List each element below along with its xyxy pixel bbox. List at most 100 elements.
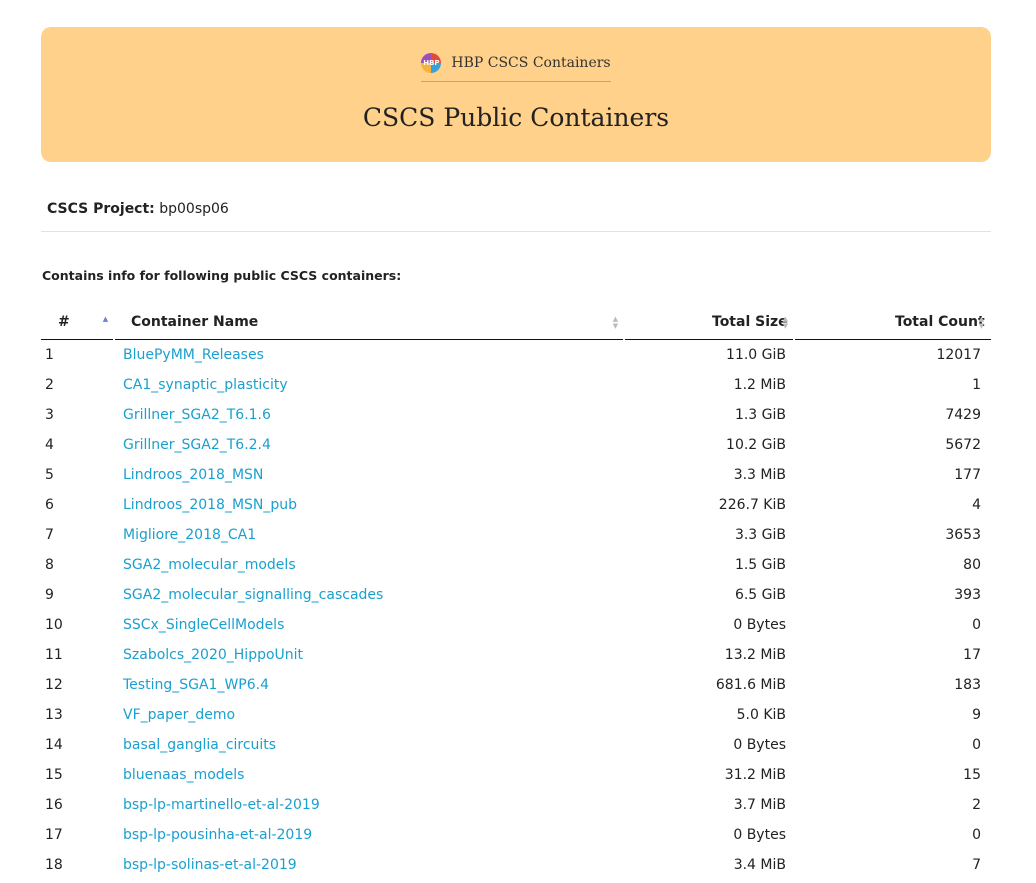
containers-table: # ▲ Container Name ▲ ▼ Total Size ▲ ▼ Tota… <box>41 306 991 880</box>
header-banner: HBP HBP CSCS Containers CSCS Public Cont… <box>41 27 991 162</box>
total-size: 3.3 MiB <box>733 467 786 483</box>
total-size: 3.3 GiB <box>734 527 786 543</box>
total-count: 183 <box>954 677 981 693</box>
container-link[interactable]: Szabolcs_2020_HippoUnit <box>123 647 303 663</box>
total-size: 13.2 MiB <box>724 647 786 663</box>
container-link[interactable]: Lindroos_2018_MSN <box>123 467 263 483</box>
col-header-name[interactable]: Container Name <box>131 314 258 330</box>
row-number: 9 <box>45 587 54 603</box>
row-number: 18 <box>45 857 63 873</box>
intro-text: Contains info for following public CSCS … <box>42 268 402 283</box>
table-row: 12 Testing_SGA1_WP6.4 681.6 MiB 183 <box>41 670 991 700</box>
container-link[interactable]: bluenaas_models <box>123 767 244 783</box>
container-link[interactable]: Grillner_SGA2_T6.2.4 <box>123 437 271 453</box>
table-row: 14 basal_ganglia_circuits 0 Bytes 0 <box>41 730 991 760</box>
hbp-logo-icon: HBP <box>421 53 442 73</box>
table-row: 5 Lindroos_2018_MSN 3.3 MiB 177 <box>41 460 991 490</box>
table-row: 4 Grillner_SGA2_T6.2.4 10.2 GiB 5672 <box>41 430 991 460</box>
total-count: 5672 <box>945 437 981 453</box>
sort-icon[interactable]: ▲ ▼ <box>978 316 985 330</box>
row-number: 7 <box>45 527 54 543</box>
table-body: 1 BluePyMM_Releases 11.0 GiB 12017 2 CA1… <box>41 340 991 880</box>
row-number: 6 <box>45 497 54 513</box>
row-number: 12 <box>45 677 63 693</box>
container-link[interactable]: basal_ganglia_circuits <box>123 737 276 753</box>
container-link[interactable]: Testing_SGA1_WP6.4 <box>123 677 269 693</box>
total-size: 1.2 MiB <box>733 377 786 393</box>
container-link[interactable]: bsp-lp-pousinha-et-al-2019 <box>123 827 312 843</box>
brand-label[interactable]: HBP CSCS Containers <box>451 55 610 71</box>
table-row: 7 Migliore_2018_CA1 3.3 GiB 3653 <box>41 520 991 550</box>
row-number: 4 <box>45 437 54 453</box>
container-link[interactable]: Migliore_2018_CA1 <box>123 527 256 543</box>
sort-icon[interactable]: ▲ ▼ <box>782 316 789 330</box>
total-count: 0 <box>972 617 981 633</box>
container-link[interactable]: VF_paper_demo <box>123 707 235 723</box>
divider <box>41 231 991 232</box>
total-count: 12017 <box>936 347 981 363</box>
row-number: 3 <box>45 407 54 423</box>
container-link[interactable]: bsp-lp-solinas-et-al-2019 <box>123 857 297 873</box>
table-row: 6 Lindroos_2018_MSN_pub 226.7 KiB 4 <box>41 490 991 520</box>
total-count: 9 <box>972 707 981 723</box>
total-count: 80 <box>963 557 981 573</box>
row-number: 17 <box>45 827 63 843</box>
project-value: bp00sp06 <box>159 201 229 217</box>
container-link[interactable]: Lindroos_2018_MSN_pub <box>123 497 297 513</box>
container-link[interactable]: BluePyMM_Releases <box>123 347 264 363</box>
container-link[interactable]: bsp-lp-martinello-et-al-2019 <box>123 797 320 813</box>
container-link[interactable]: SSCx_SingleCellModels <box>123 617 284 633</box>
col-header-size[interactable]: Total Size <box>712 314 788 330</box>
total-size: 5.0 KiB <box>736 707 786 723</box>
total-count: 3653 <box>945 527 981 543</box>
row-number: 8 <box>45 557 54 573</box>
container-link[interactable]: Grillner_SGA2_T6.1.6 <box>123 407 271 423</box>
sort-icon[interactable]: ▲ ▼ <box>612 316 619 330</box>
table-row: 9 SGA2_molecular_signalling_cascades 6.5… <box>41 580 991 610</box>
row-number: 16 <box>45 797 63 813</box>
page-title: CSCS Public Containers <box>362 103 670 132</box>
total-size: 6.5 GiB <box>734 587 786 603</box>
total-size: 1.5 GiB <box>734 557 786 573</box>
total-count: 7 <box>972 857 981 873</box>
container-link[interactable]: SGA2_molecular_models <box>123 557 296 573</box>
col-header-num[interactable]: # <box>58 314 70 330</box>
row-number: 1 <box>45 347 54 363</box>
row-number: 13 <box>45 707 63 723</box>
total-count: 0 <box>972 827 981 843</box>
container-link[interactable]: SGA2_molecular_signalling_cascades <box>123 587 383 603</box>
brand[interactable]: HBP HBP CSCS Containers <box>41 53 991 82</box>
table-row: 1 BluePyMM_Releases 11.0 GiB 12017 <box>41 340 991 370</box>
total-count: 2 <box>972 797 981 813</box>
table-row: 18 bsp-lp-solinas-et-al-2019 3.4 MiB 7 <box>41 850 991 880</box>
row-number: 5 <box>45 467 54 483</box>
table-row: 10 SSCx_SingleCellModels 0 Bytes 0 <box>41 610 991 640</box>
total-count: 15 <box>963 767 981 783</box>
total-size: 11.0 GiB <box>726 347 786 363</box>
project-label: CSCS Project: <box>47 201 155 217</box>
table-row: 3 Grillner_SGA2_T6.1.6 1.3 GiB 7429 <box>41 400 991 430</box>
total-count: 7429 <box>945 407 981 423</box>
project-info: CSCS Project: bp00sp06 <box>47 201 229 217</box>
row-number: 14 <box>45 737 63 753</box>
total-size: 681.6 MiB <box>715 677 786 693</box>
total-count: 0 <box>972 737 981 753</box>
table-header: # ▲ Container Name ▲ ▼ Total Size ▲ ▼ Tota… <box>41 306 991 340</box>
total-size: 3.7 MiB <box>733 797 786 813</box>
table-row: 11 Szabolcs_2020_HippoUnit 13.2 MiB 17 <box>41 640 991 670</box>
total-count: 177 <box>954 467 981 483</box>
table-row: 13 VF_paper_demo 5.0 KiB 9 <box>41 700 991 730</box>
total-size: 0 Bytes <box>733 617 786 633</box>
total-size: 10.2 GiB <box>726 437 786 453</box>
table-row: 2 CA1_synaptic_plasticity 1.2 MiB 1 <box>41 370 991 400</box>
row-number: 11 <box>45 647 63 663</box>
total-size: 1.3 GiB <box>734 407 786 423</box>
total-size: 3.4 MiB <box>733 857 786 873</box>
total-count: 4 <box>972 497 981 513</box>
table-row: 15 bluenaas_models 31.2 MiB 15 <box>41 760 991 790</box>
total-count: 1 <box>972 377 981 393</box>
container-link[interactable]: CA1_synaptic_plasticity <box>123 377 288 393</box>
col-header-count[interactable]: Total Count <box>895 314 985 330</box>
row-number: 15 <box>45 767 63 783</box>
sort-asc-icon[interactable]: ▲ <box>102 316 109 330</box>
